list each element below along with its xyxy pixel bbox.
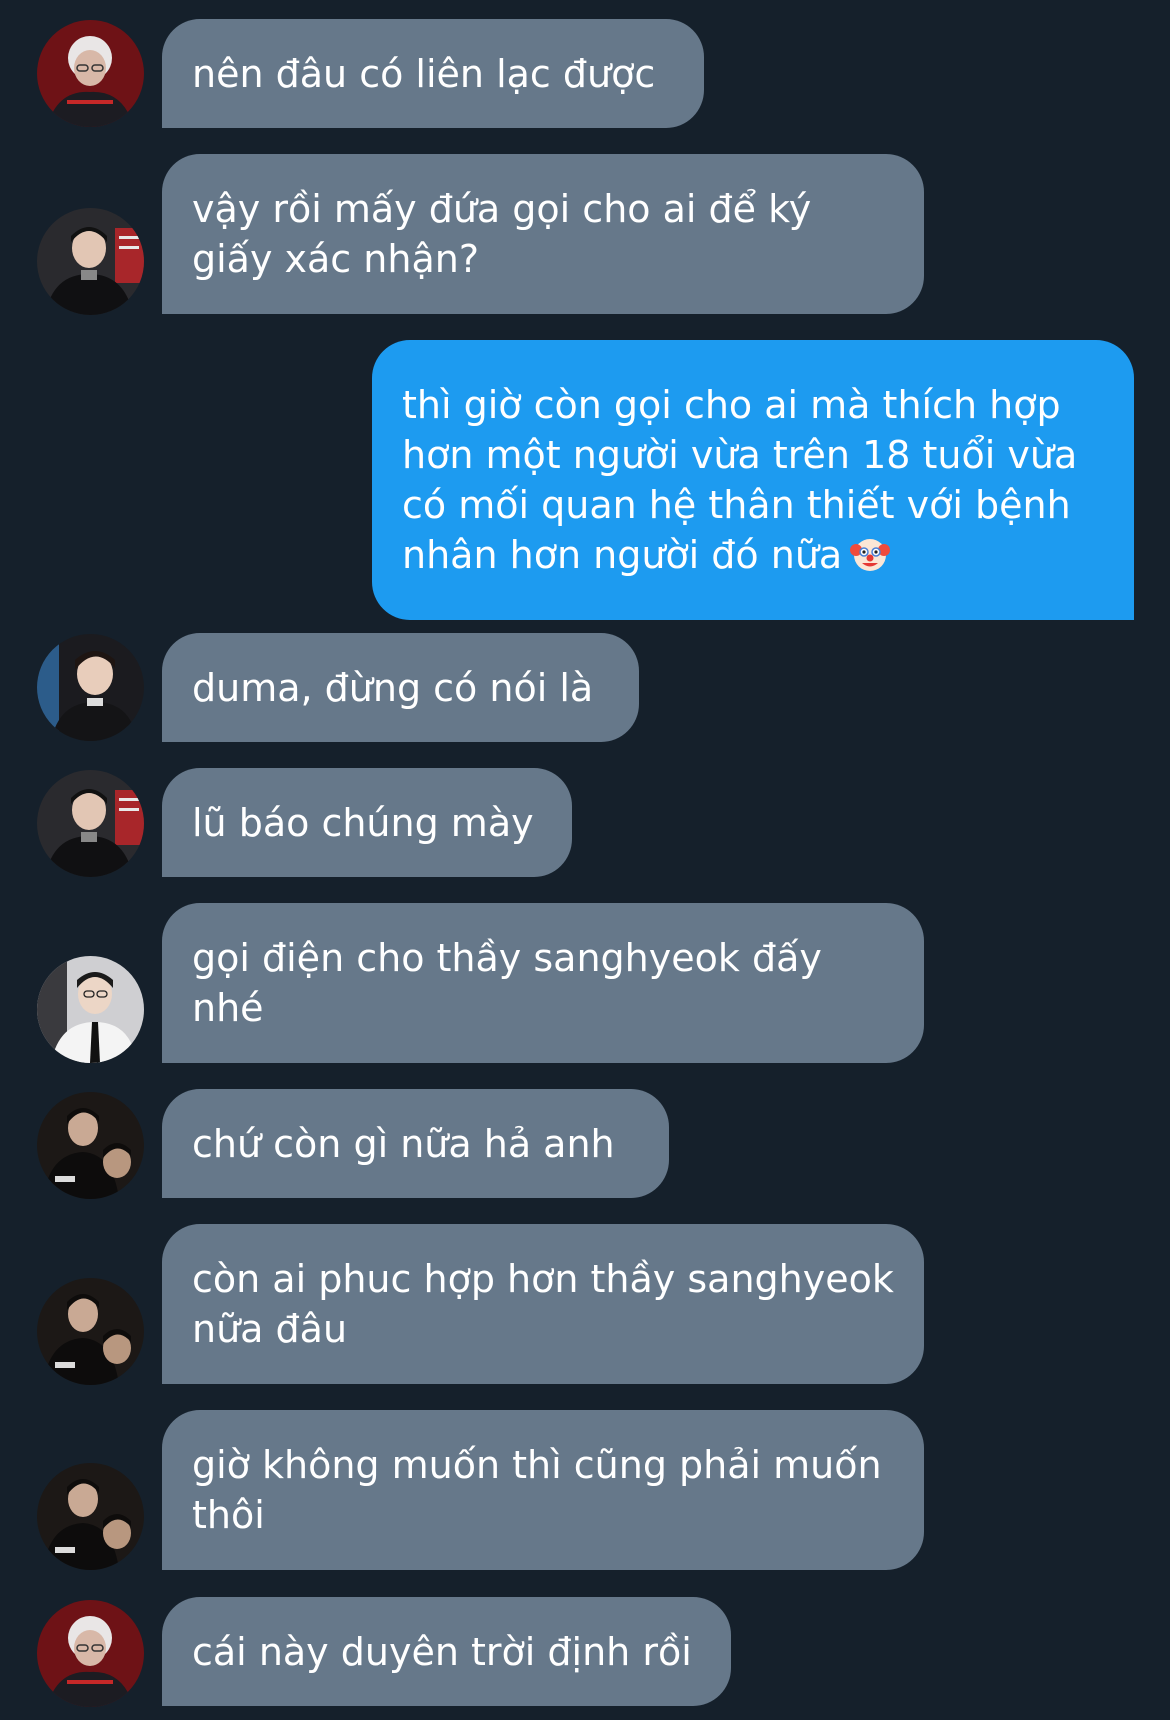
incoming-message-bubble[interactable]: vậy rồi mấy đứa gọi cho ai để ký giấy xá… bbox=[162, 154, 924, 314]
incoming-message-bubble[interactable]: giờ không muốn thì cũng phải muốn thôi bbox=[162, 1410, 924, 1570]
message-text: thì giờ còn gọi cho ai mà thích hợp hơn … bbox=[402, 383, 1078, 577]
incoming-message-bubble[interactable]: còn ai phuc hợp hơn thầy sanghyeok nữa đ… bbox=[162, 1224, 924, 1384]
message-text: nên đâu có liên lạc được bbox=[192, 51, 656, 96]
avatar-red-jersey-white-hair[interactable] bbox=[37, 20, 144, 127]
message-text: duma, đừng có nói là bbox=[192, 665, 594, 710]
avatar-dark-duo[interactable] bbox=[37, 1092, 144, 1199]
incoming-message-bubble[interactable]: lũ báo chúng mày bbox=[162, 768, 572, 877]
incoming-message-bubble[interactable]: gọi điện cho thầy sanghyeok đấy nhé bbox=[162, 903, 924, 1063]
message-text: lũ báo chúng mày bbox=[192, 800, 534, 845]
message-text-wrap: thì giờ còn gọi cho ai mà thích hợp hơn … bbox=[402, 380, 1104, 580]
clown-face-icon bbox=[850, 539, 891, 571]
avatar-red-jersey-white-hair[interactable] bbox=[37, 1600, 144, 1707]
message-text: chứ còn gì nữa hả anh bbox=[192, 1121, 615, 1166]
message-text: vậy rồi mấy đứa gọi cho ai để ký giấy xá… bbox=[192, 187, 812, 281]
incoming-message-bubble[interactable]: chứ còn gì nữa hả anh bbox=[162, 1089, 669, 1198]
incoming-message-bubble[interactable]: duma, đừng có nói là bbox=[162, 633, 639, 742]
avatar-black-suit[interactable] bbox=[37, 770, 144, 877]
avatar-dark-duo[interactable] bbox=[37, 1463, 144, 1570]
incoming-message-bubble[interactable]: cái này duyên trời định rồi bbox=[162, 1597, 731, 1706]
message-text: cái này duyên trời định rồi bbox=[192, 1629, 692, 1674]
incoming-message-bubble[interactable]: nên đâu có liên lạc được bbox=[162, 19, 704, 128]
avatar-white-shirt-tie[interactable] bbox=[37, 956, 144, 1063]
message-text: giờ không muốn thì cũng phải muốn thôi bbox=[192, 1443, 882, 1537]
chat-thread: nên đâu có liên lạc được vậy rồi mấy đứa… bbox=[0, 0, 1170, 1720]
avatar-black-suit[interactable] bbox=[37, 208, 144, 315]
avatar-dark-jacket-smile[interactable] bbox=[37, 634, 144, 741]
outgoing-message-bubble[interactable]: thì giờ còn gọi cho ai mà thích hợp hơn … bbox=[372, 340, 1134, 620]
avatar-dark-duo[interactable] bbox=[37, 1278, 144, 1385]
message-text: còn ai phuc hợp hơn thầy sanghyeok nữa đ… bbox=[192, 1257, 894, 1351]
message-text: gọi điện cho thầy sanghyeok đấy nhé bbox=[192, 936, 822, 1030]
